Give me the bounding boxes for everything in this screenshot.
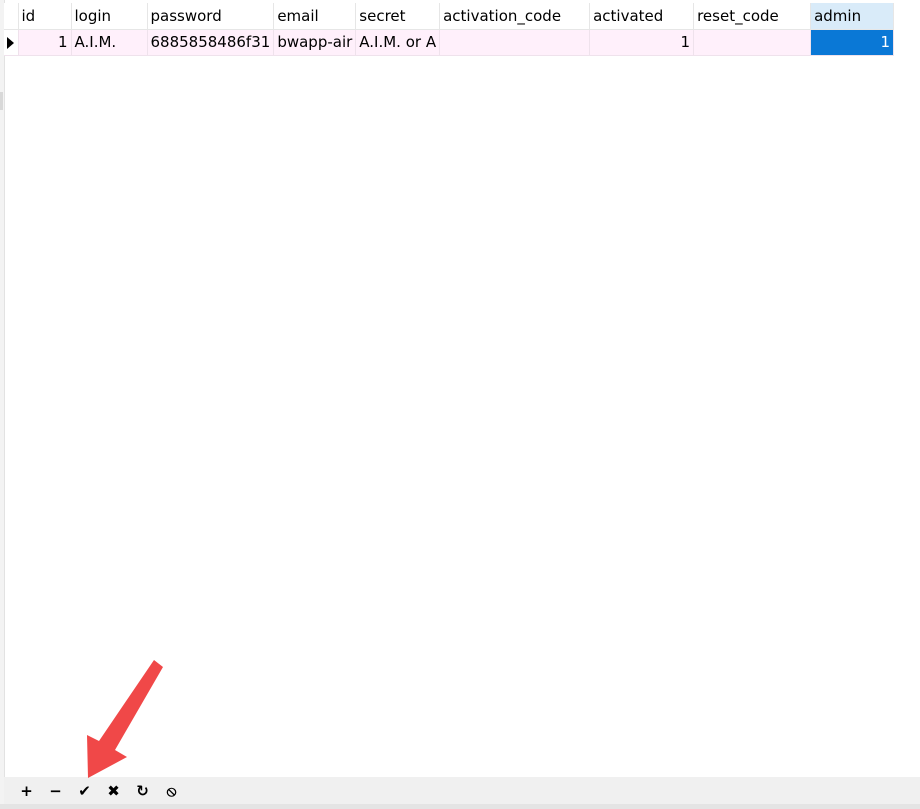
cell-activated[interactable]: 1 xyxy=(589,29,695,56)
cell-admin[interactable]: 1 xyxy=(810,29,895,56)
left-gutter xyxy=(0,0,5,809)
row-indicator-header xyxy=(4,3,19,30)
cell-id[interactable]: 1 xyxy=(18,29,72,56)
column-header-activation-code[interactable]: activation_code xyxy=(439,3,591,30)
cell-secret[interactable]: A.I.M. or A xyxy=(355,29,441,56)
delete-record-button[interactable]: − xyxy=(41,779,70,803)
refresh-button[interactable]: ↻ xyxy=(128,779,157,803)
cell-activation-code[interactable] xyxy=(439,29,591,56)
header-row: id login password email secret activatio… xyxy=(4,3,895,30)
cell-password[interactable]: 6885858486f31 xyxy=(147,29,275,56)
current-row-indicator xyxy=(4,29,19,56)
refresh-icon: ↻ xyxy=(136,781,149,800)
gutter-notch xyxy=(0,92,3,110)
table-row[interactable]: 1 A.I.M. 6885858486f31 bwapp-air A.I.M. … xyxy=(4,29,895,56)
cell-reset-code[interactable] xyxy=(693,29,812,56)
apply-changes-button[interactable]: ✔ xyxy=(70,779,99,803)
column-header-admin[interactable]: admin xyxy=(810,3,895,30)
check-icon: ✔ xyxy=(78,781,91,800)
column-header-login[interactable]: login xyxy=(71,3,148,30)
add-record-button[interactable]: + xyxy=(12,779,41,803)
red-arrow-icon xyxy=(87,660,163,778)
column-header-reset-code[interactable]: reset_code xyxy=(693,3,812,30)
stop-icon: ⦸ xyxy=(166,781,177,800)
record-toolbar: + − ✔ ✖ ↻ ⦸ xyxy=(4,777,920,804)
row-pointer-icon xyxy=(7,36,15,49)
cell-email[interactable]: bwapp-air xyxy=(273,29,357,56)
discard-changes-button[interactable]: ✖ xyxy=(99,779,128,803)
column-header-activated[interactable]: activated xyxy=(589,3,695,30)
column-header-secret[interactable]: secret xyxy=(355,3,441,30)
status-strip xyxy=(0,804,920,809)
stop-button[interactable]: ⦸ xyxy=(157,779,186,803)
minus-icon: − xyxy=(49,781,62,800)
data-grid: id login password email secret activatio… xyxy=(4,3,895,56)
plus-icon: + xyxy=(20,781,33,800)
close-icon: ✖ xyxy=(107,781,120,800)
table-data-view: id login password email secret activatio… xyxy=(0,0,920,809)
column-header-password[interactable]: password xyxy=(147,3,275,30)
column-header-id[interactable]: id xyxy=(18,3,72,30)
cell-login[interactable]: A.I.M. xyxy=(71,29,148,56)
column-header-email[interactable]: email xyxy=(273,3,357,30)
